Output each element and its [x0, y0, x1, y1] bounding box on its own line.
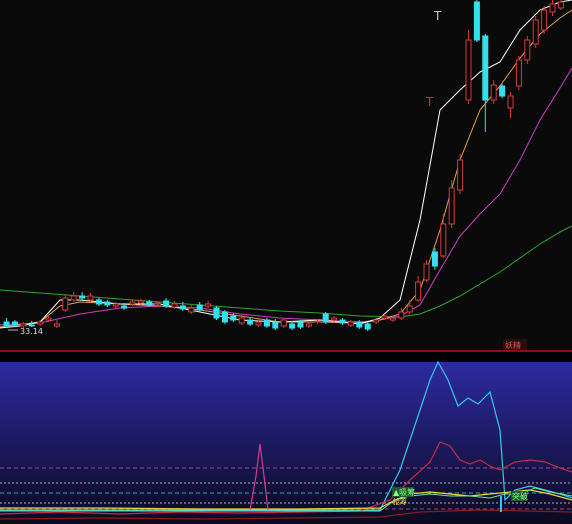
- candle-body[interactable]: [230, 315, 237, 321]
- indicator-panel-gap: [0, 352, 572, 362]
- candle-body[interactable]: [490, 84, 497, 101]
- indicator-panel-background: [0, 362, 572, 524]
- candle-body[interactable]: [112, 303, 119, 307]
- candle-body[interactable]: [247, 319, 254, 325]
- candle-body[interactable]: [549, 3, 556, 13]
- candle-body[interactable]: [280, 319, 287, 327]
- candle-body[interactable]: [440, 223, 447, 257]
- candle-body[interactable]: [255, 321, 262, 326]
- candle-body[interactable]: [406, 305, 413, 313]
- candle-body[interactable]: [507, 95, 514, 109]
- candle-body[interactable]: [179, 305, 186, 310]
- candle-body[interactable]: [373, 319, 380, 323]
- candle-body[interactable]: [524, 39, 531, 61]
- t-marker-mid: T: [425, 95, 434, 109]
- candle-body[interactable]: [415, 281, 422, 301]
- candle-body[interactable]: [163, 300, 170, 307]
- candle-body[interactable]: [196, 304, 203, 311]
- t-marker-top: T: [433, 9, 442, 23]
- candle-body[interactable]: [238, 317, 245, 324]
- candle-body[interactable]: [37, 321, 44, 325]
- candle-body[interactable]: [457, 159, 464, 191]
- candle-body[interactable]: [129, 301, 136, 305]
- candle-body[interactable]: [431, 251, 438, 267]
- candle-body[interactable]: [314, 320, 321, 323]
- candle-body[interactable]: [20, 323, 27, 327]
- candle-body[interactable]: [137, 300, 144, 304]
- candle-body[interactable]: [297, 321, 304, 328]
- candle-body[interactable]: [205, 303, 212, 307]
- candle-body[interactable]: [305, 323, 312, 327]
- candle-body[interactable]: [121, 305, 128, 309]
- candle-body[interactable]: [263, 319, 270, 327]
- candle-body[interactable]: [473, 1, 480, 41]
- candle-body[interactable]: [322, 313, 329, 323]
- candle-body[interactable]: [339, 319, 346, 324]
- candle-body[interactable]: [272, 321, 279, 329]
- candle-body[interactable]: [28, 324, 35, 327]
- candle-body[interactable]: [3, 321, 10, 327]
- candle-body[interactable]: [95, 299, 102, 305]
- candle-body[interactable]: [557, 1, 564, 9]
- candle-body[interactable]: [482, 35, 489, 101]
- candle-body[interactable]: [188, 307, 195, 313]
- candle-body[interactable]: [53, 323, 60, 327]
- candle-body[interactable]: [62, 297, 69, 311]
- chart-screen[interactable]: 33.14 T T 妖精 ▲吸筹 抢筹 突破: [0, 0, 572, 524]
- candle-body[interactable]: [11, 321, 18, 326]
- candle-body[interactable]: [398, 311, 405, 319]
- panel-separator: [0, 350, 572, 352]
- candle-body[interactable]: [331, 317, 338, 321]
- buy-signal-label-2: 抢筹: [393, 497, 407, 506]
- candle-body[interactable]: [423, 263, 430, 281]
- candle-body[interactable]: [213, 307, 220, 319]
- candle-body[interactable]: [448, 187, 455, 225]
- candle-body[interactable]: [221, 311, 228, 323]
- candle-body[interactable]: [389, 317, 396, 321]
- candle-body[interactable]: [154, 302, 161, 305]
- low-price-marker: 33.14: [20, 327, 43, 336]
- volume-bars: [500, 496, 502, 512]
- buy-signal-label: ▲吸筹: [393, 487, 415, 497]
- candle-body[interactable]: [532, 19, 539, 45]
- breakout-label: 突破: [512, 491, 528, 501]
- candle-body[interactable]: [541, 9, 548, 31]
- candle-body[interactable]: [104, 301, 111, 306]
- candle-body[interactable]: [356, 321, 363, 328]
- candle-body[interactable]: [79, 295, 86, 299]
- candle-body[interactable]: [289, 323, 296, 329]
- candle-body[interactable]: [364, 323, 371, 330]
- candle-body[interactable]: [499, 85, 506, 97]
- candle-body[interactable]: [381, 315, 388, 319]
- candle-body[interactable]: [515, 59, 522, 87]
- candle-body[interactable]: [45, 317, 52, 321]
- candle-body[interactable]: [87, 295, 94, 301]
- candle-body[interactable]: [146, 301, 153, 306]
- candle-body[interactable]: [171, 303, 178, 308]
- candle-body[interactable]: [347, 321, 354, 326]
- candle-body[interactable]: [465, 39, 472, 101]
- candle-body[interactable]: [70, 295, 77, 301]
- tag-label: 妖精: [505, 340, 521, 350]
